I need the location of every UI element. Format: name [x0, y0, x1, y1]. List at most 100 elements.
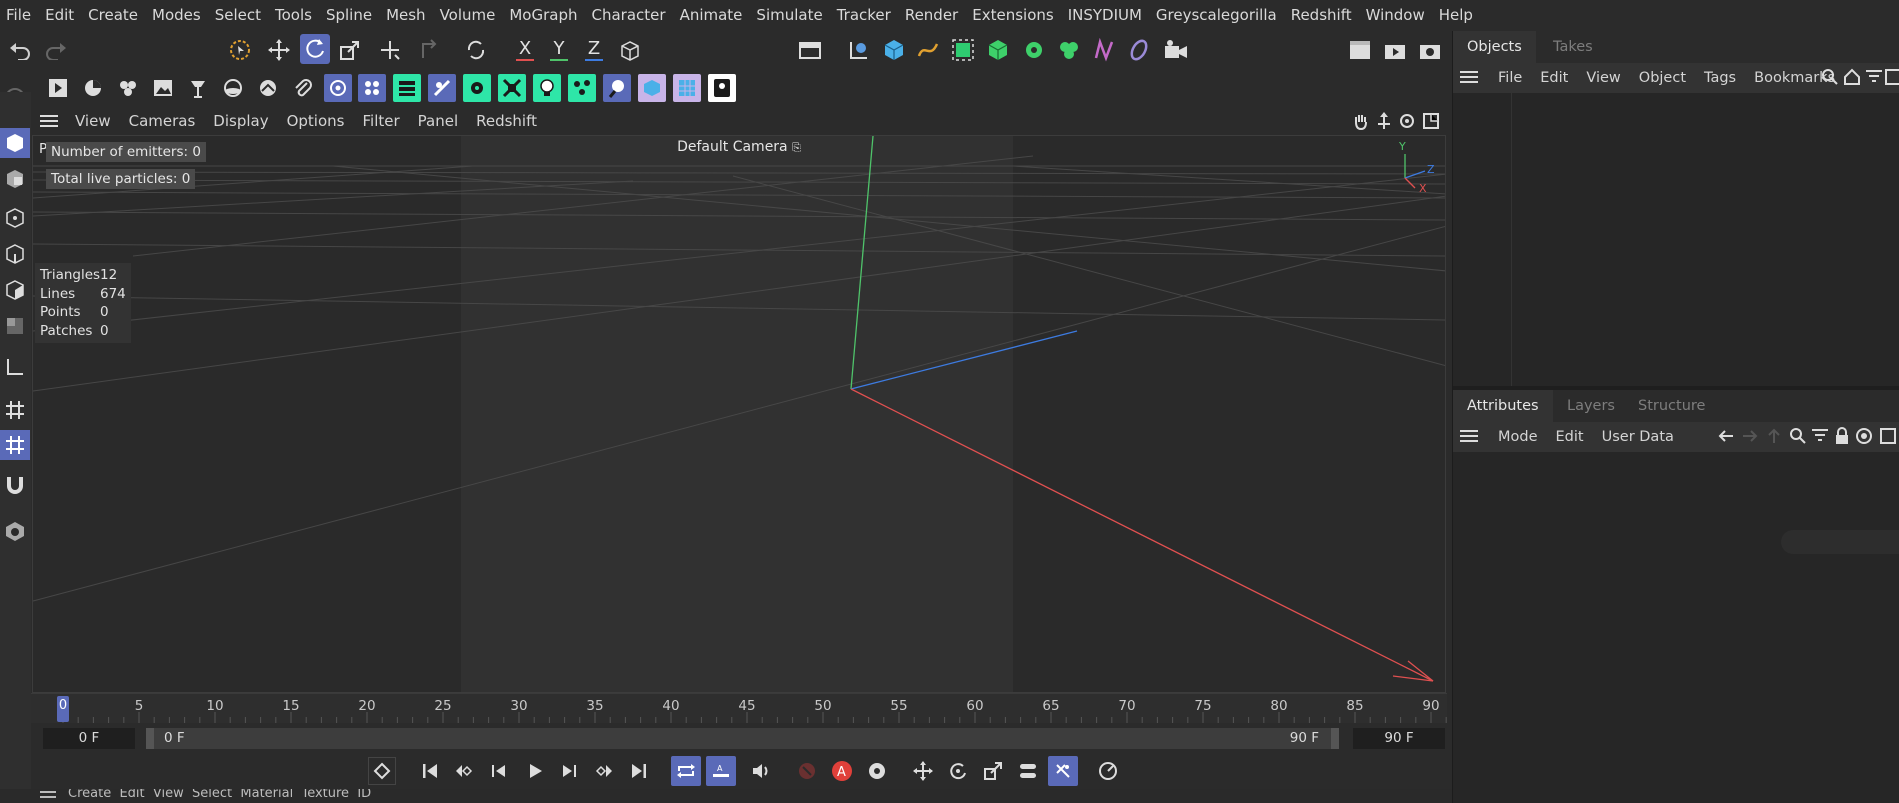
xp-cache-icon[interactable]	[393, 74, 421, 102]
play-icon[interactable]	[521, 757, 549, 785]
snap-magnet-icon[interactable]	[0, 469, 30, 499]
timeline-speed-icon[interactable]	[1094, 757, 1122, 785]
objects-hamburger-icon[interactable]	[1460, 70, 1478, 88]
timeline-ruler[interactable]: 5 10 15 20 25 30 35 40 45 50 55 60 65 70 75 80 85 90 0	[31, 693, 1447, 724]
record-disabled-icon[interactable]	[793, 757, 821, 785]
previous-key-icon[interactable]	[450, 757, 478, 785]
y-axis-lock[interactable]: Y	[546, 34, 572, 64]
deformer-bend-icon[interactable]	[1090, 36, 1118, 64]
menu-create[interactable]: Create	[81, 0, 145, 31]
attributes-hamburger-icon[interactable]	[1460, 429, 1478, 447]
viewport-menu-display[interactable]: Display	[204, 107, 277, 135]
tab-objects[interactable]: Objects	[1453, 31, 1536, 63]
menu-select[interactable]: Select	[208, 0, 268, 31]
menu-file[interactable]: File	[0, 0, 38, 31]
home-icon[interactable]	[1841, 66, 1863, 88]
objects-menu-edit[interactable]: Edit	[1531, 70, 1577, 86]
xp-modifier-icon[interactable]	[428, 74, 456, 102]
render-active-icon[interactable]	[44, 74, 72, 102]
axis-mode-icon[interactable]	[0, 352, 30, 382]
keyframe-settings-icon[interactable]	[863, 757, 891, 785]
xp-light-icon[interactable]	[533, 74, 561, 102]
redshift-spheres-icon[interactable]	[114, 74, 142, 102]
redshift-material-icon[interactable]	[79, 74, 107, 102]
previous-frame-icon[interactable]	[485, 757, 513, 785]
cloner-gear-icon[interactable]	[1020, 36, 1048, 64]
keyframe-diamond-icon[interactable]	[368, 757, 396, 785]
target-icon[interactable]	[1853, 425, 1875, 447]
attributes-menu-edit[interactable]: Edit	[1547, 429, 1593, 445]
xp-generator-icon[interactable]	[463, 74, 491, 102]
viewport-menu-options[interactable]: Options	[278, 107, 354, 135]
grid-snap-icon[interactable]	[0, 430, 30, 460]
live-selection-icon[interactable]	[226, 36, 254, 64]
menu-mesh[interactable]: Mesh	[379, 0, 433, 31]
material-hamburger-icon[interactable]	[40, 789, 56, 799]
menu-help[interactable]: Help	[1432, 0, 1480, 31]
playback-rate-icon[interactable]: A	[706, 756, 736, 786]
key-scale-icon[interactable]	[979, 757, 1007, 785]
camera-label[interactable]: Default Camera ⎘	[33, 139, 1445, 155]
menu-mograph[interactable]: MoGraph	[502, 0, 584, 31]
transform-tool-icon[interactable]	[376, 36, 404, 64]
menu-insydium[interactable]: INSYDIUM	[1061, 0, 1149, 31]
new-window-icon[interactable]	[1884, 66, 1899, 88]
rotate-tool-icon[interactable]	[300, 34, 330, 64]
rotate-axis-icon[interactable]	[462, 36, 490, 64]
light-stand-icon[interactable]	[184, 74, 212, 102]
back-arrow-icon[interactable]	[1715, 425, 1737, 447]
tab-takes[interactable]: Takes	[1539, 31, 1607, 63]
cube-icon[interactable]	[880, 36, 908, 64]
mograph-cloner-icon[interactable]	[1055, 36, 1083, 64]
render-region-icon[interactable]	[796, 36, 824, 64]
menu-modes[interactable]: Modes	[145, 0, 208, 31]
xp-flock-icon[interactable]	[568, 74, 596, 102]
key-parameter-icon[interactable]	[1014, 757, 1042, 785]
orbit-icon[interactable]	[1396, 110, 1418, 132]
3d-viewport[interactable]: Y Z X Default Camera ⎘ P Number of emitt…	[32, 135, 1446, 693]
range-left-handle[interactable]	[146, 728, 154, 749]
spline-curve-icon[interactable]	[914, 36, 942, 64]
key-rotation-icon[interactable]	[944, 757, 972, 785]
current-frame-field[interactable]: 0 F	[43, 728, 135, 749]
xp-system-icon[interactable]	[358, 74, 386, 102]
objects-menu-tags[interactable]: Tags	[1695, 70, 1745, 86]
menu-animate[interactable]: Animate	[673, 0, 750, 31]
viewport-menu-view[interactable]: View	[66, 107, 120, 135]
xp-emitter-icon[interactable]	[324, 74, 352, 102]
go-to-end-icon[interactable]	[625, 757, 653, 785]
forward-arrow-icon[interactable]	[1739, 425, 1761, 447]
lock-icon[interactable]	[1831, 425, 1853, 447]
xp-render-icon[interactable]	[708, 74, 736, 102]
viewport-menu-filter[interactable]: Filter	[353, 107, 408, 135]
viewport-hamburger-icon[interactable]	[31, 114, 66, 128]
render-picture-viewer-icon[interactable]	[1381, 36, 1409, 64]
undo-icon[interactable]	[6, 36, 34, 64]
viewport-menu-panel[interactable]: Panel	[409, 107, 467, 135]
redo-icon[interactable]	[42, 36, 70, 64]
key-position-icon[interactable]	[909, 757, 937, 785]
menu-redshift[interactable]: Redshift	[1284, 0, 1359, 31]
texture-mode-icon[interactable]	[0, 164, 30, 194]
menu-extensions[interactable]: Extensions	[965, 0, 1060, 31]
xp-explosia-icon[interactable]	[498, 74, 526, 102]
points-mode-icon[interactable]	[0, 203, 30, 233]
objects-menu-file[interactable]: File	[1489, 70, 1531, 86]
z-axis-lock[interactable]: Z	[581, 34, 607, 64]
menu-spline[interactable]: Spline	[319, 0, 379, 31]
zoom-arrows-icon[interactable]	[1373, 110, 1395, 132]
search-icon[interactable]	[1819, 66, 1841, 88]
uv-mode-icon[interactable]	[0, 311, 30, 341]
spline-pen-icon[interactable]	[845, 36, 873, 64]
tab-attributes[interactable]: Attributes	[1453, 390, 1553, 422]
menu-character[interactable]: Character	[585, 0, 673, 31]
maximize-view-icon[interactable]	[1420, 110, 1442, 132]
menu-tools[interactable]: Tools	[268, 0, 319, 31]
next-key-icon[interactable]	[590, 757, 618, 785]
menu-render[interactable]: Render	[898, 0, 965, 31]
solo-mode-icon[interactable]	[0, 516, 30, 546]
sound-icon[interactable]	[747, 757, 775, 785]
render-settings-icon[interactable]	[1416, 36, 1444, 64]
attr-new-window-icon[interactable]	[1875, 425, 1899, 447]
loop-icon[interactable]	[671, 756, 701, 786]
